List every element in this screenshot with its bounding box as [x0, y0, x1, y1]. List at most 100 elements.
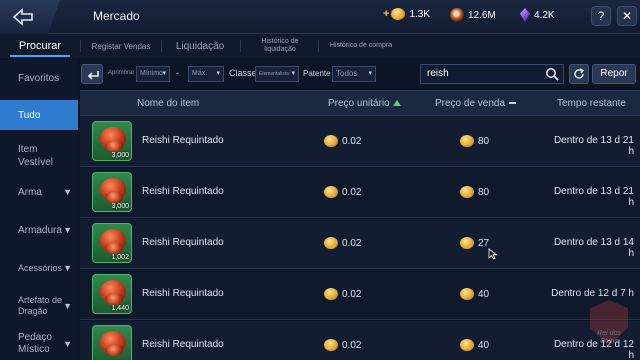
column-header-name[interactable]: Nome do item	[137, 98, 199, 109]
unit-price: 0.02	[342, 237, 362, 249]
column-header-label: Preço unitário	[328, 98, 390, 109]
chevron-down-icon: ▼	[63, 339, 72, 349]
column-header-label: Tempo restante	[557, 98, 626, 109]
reishi-mushroom-icon: 1,002	[92, 223, 132, 263]
back-arrow-icon	[12, 8, 33, 26]
active-tab-indicator	[10, 55, 70, 57]
category-sidebar: Favoritos Tudo Item Vestível Arma ▼ Arma…	[0, 60, 78, 360]
watermark-line2: Coins	[600, 338, 618, 345]
sale-price: 80	[478, 186, 490, 198]
gold-coin-icon	[391, 8, 406, 20]
sale-price: 40	[478, 339, 490, 351]
add-currency-icon: +	[383, 8, 390, 20]
column-header-sale-price[interactable]: Preço de venda	[435, 98, 517, 109]
dropdown-arrow-icon: ▾	[216, 70, 220, 77]
table-row[interactable]: 1,440 Reishi Requintado 0.02 40 Dentro d…	[80, 270, 640, 320]
item-name: Reishi Requintado	[142, 237, 224, 248]
unit-price: 0.02	[342, 288, 362, 300]
unit-price-cell: 0.02	[324, 135, 361, 147]
item-name: Reishi Requintado	[142, 135, 224, 146]
filter-bar: Aprimorar Mínimo ▾ - Máx. ▾ Classe Eleme…	[78, 62, 640, 88]
unit-price-cell: 0.02	[324, 288, 361, 300]
currency-ruby: 12.6M	[450, 8, 496, 22]
sidebar-item-favoritos[interactable]: Favoritos	[0, 66, 78, 90]
sidebar-item-label: Tudo	[18, 109, 41, 121]
time-left: Dentro de 13 d 14 h	[553, 237, 634, 259]
chevron-down-icon: ▼	[63, 187, 72, 197]
gold-coin-icon	[460, 135, 474, 147]
range-dash: -	[176, 68, 179, 78]
unit-price: 0.02	[342, 186, 362, 198]
sidebar-item-pedaco-mistico[interactable]: Pedaço Místico ▼	[0, 330, 78, 358]
table-row[interactable]: 3,000 Reishi Requintado 0.02 80 Dentro d…	[80, 117, 640, 167]
watermark-text: Rei dos Coins	[584, 330, 634, 346]
currency-gold[interactable]: + 1.3K	[383, 8, 430, 20]
max-improve-value: Máx.	[192, 70, 208, 77]
table-header: Nome do item Preço unitário Preço de ven…	[80, 90, 640, 116]
tab-divider	[80, 40, 81, 52]
sale-price: 80	[478, 135, 490, 147]
tab-bar: Procurar Registar Vendas Liquidação Hist…	[0, 34, 640, 58]
item-quantity: 1,440	[111, 305, 129, 312]
item-name: Reishi Requintado	[142, 339, 224, 350]
tab-historico-compra[interactable]: Histórico de compra	[324, 34, 398, 58]
sort-button[interactable]	[81, 64, 103, 84]
table-row[interactable]: 1,002 Reishi Requintado 0.02 27 Dentro d…	[80, 219, 640, 269]
gold-coin-icon	[324, 339, 338, 351]
gold-coin-icon	[324, 237, 338, 249]
tab-liquidacao[interactable]: Liquidação	[168, 34, 232, 58]
gold-coin-icon	[460, 339, 474, 351]
sidebar-item-arma[interactable]: Arma ▼	[0, 182, 78, 202]
column-header-label: Preço de venda	[435, 98, 506, 109]
sale-price: 27	[478, 237, 490, 249]
back-button[interactable]	[0, 0, 60, 34]
reset-button[interactable]: Repor	[592, 64, 636, 84]
unit-price: 0.02	[342, 135, 362, 147]
watermark-logo: Rei dos Coins	[584, 300, 634, 356]
patent-label: Patente	[303, 69, 331, 78]
table-row[interactable]: Reishi Requintado 0.02 40 Dentro de 12 d…	[80, 321, 640, 360]
tab-registar-vendas[interactable]: Registar Vendas	[86, 34, 156, 58]
purple-gem-icon	[520, 8, 530, 22]
max-improve-select[interactable]: Máx. ▾	[188, 66, 224, 82]
sidebar-item-label: Armadura	[18, 224, 62, 236]
sidebar-item-label: Pedaço Místico	[18, 332, 52, 355]
ruby-coin-icon	[450, 8, 464, 22]
sidebar-item-item-vestivel[interactable]: Item Vestível	[0, 138, 78, 174]
reishi-mushroom-icon: 3,000	[92, 121, 132, 161]
unit-price: 0.02	[342, 339, 362, 351]
currency-gem: 4.2K	[520, 8, 555, 22]
refresh-icon	[574, 68, 585, 79]
class-select[interactable]: Elementalista ▾	[255, 66, 299, 82]
close-button[interactable]: ✕	[617, 6, 637, 26]
column-header-time-left[interactable]: Tempo restante	[557, 98, 626, 109]
sort-none-icon	[509, 102, 517, 105]
dropdown-arrow-icon: ▾	[291, 70, 295, 77]
chevron-down-icon: ▼	[63, 225, 72, 235]
sidebar-item-tudo[interactable]: Tudo	[0, 100, 78, 130]
sidebar-item-label: Artefato de Dragão	[18, 295, 63, 316]
min-improve-select[interactable]: Mínimo ▾	[136, 66, 170, 82]
help-button[interactable]: ?	[591, 6, 611, 26]
sidebar-item-artefato-dragao[interactable]: Artefato de Dragão ▼	[0, 292, 78, 320]
gold-coin-icon	[324, 135, 338, 147]
reishi-mushroom-icon: 3,000	[92, 172, 132, 212]
table-row[interactable]: 3,000 Reishi Requintado 0.02 80 Dentro d…	[80, 168, 640, 218]
tab-historico-liquidacao[interactable]: Histórico de liquidação	[250, 34, 310, 58]
gold-coin-icon	[460, 288, 474, 300]
chevron-down-icon: ▼	[63, 301, 72, 311]
item-quantity: 3,000	[111, 152, 129, 159]
return-arrow-icon	[87, 71, 99, 80]
improve-label: Aprimorar	[108, 70, 135, 76]
refresh-button[interactable]	[569, 64, 589, 84]
sidebar-item-acessorios[interactable]: Acessórios ▼	[0, 258, 78, 278]
search-input[interactable]: reish	[420, 64, 564, 84]
sidebar-item-armadura[interactable]: Armadura ▼	[0, 220, 78, 240]
sort-ascending-icon	[392, 100, 401, 106]
patent-select[interactable]: Todos ▾	[332, 66, 376, 82]
search-icon[interactable]	[545, 67, 559, 81]
unit-price-cell: 0.02	[324, 186, 361, 198]
column-header-unit-price[interactable]: Preço unitário	[328, 98, 401, 109]
sale-price-cell: 80	[460, 135, 489, 147]
time-left: Dentro de 13 d 21 h	[553, 135, 634, 157]
